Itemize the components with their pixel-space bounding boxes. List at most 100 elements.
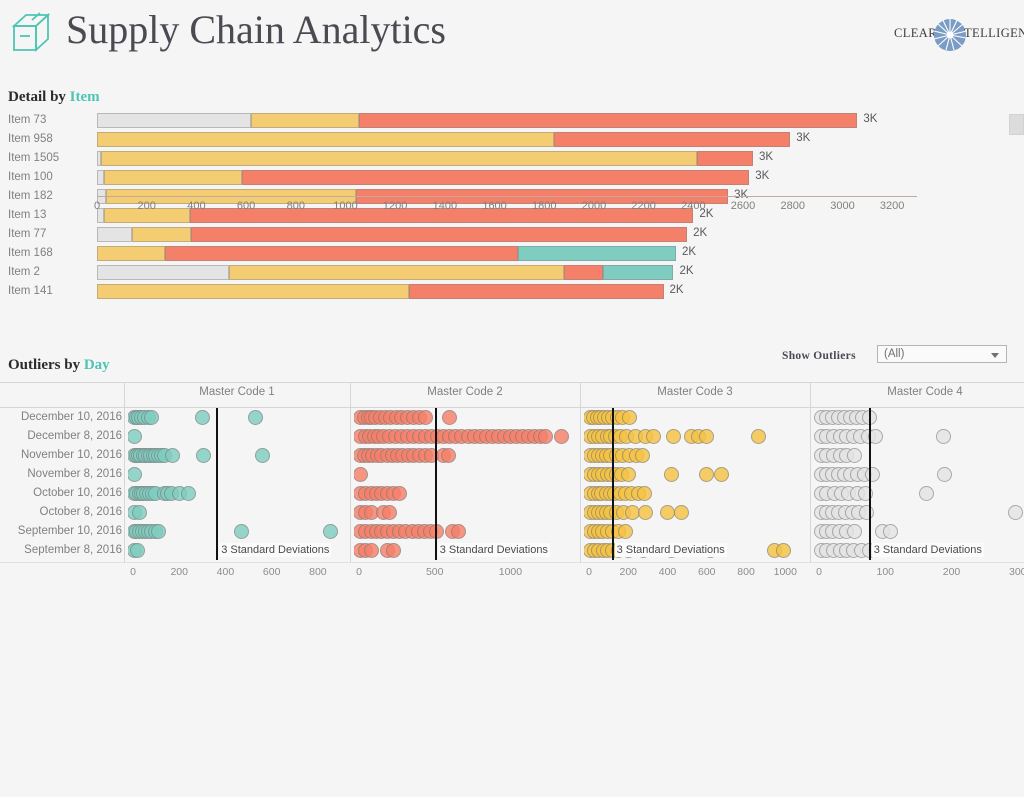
outlier-dot[interactable] [537,429,553,444]
outlier-dot[interactable] [665,429,681,444]
bar-row[interactable]: Item 73 3K [0,112,1024,131]
outlier-dot[interactable] [846,448,862,463]
outlier-dot[interactable] [151,524,167,539]
bar-segment-yellow[interactable] [251,113,360,128]
outlier-plot-1[interactable]: 3 Standard Deviations [128,408,346,560]
outlier-dot[interactable] [663,467,679,482]
bar-segment-salmon[interactable] [696,151,753,166]
outlier-dot[interactable] [164,448,180,463]
outlier-dot[interactable] [846,524,862,539]
bar-track [97,227,688,242]
outlier-dot[interactable] [775,543,791,558]
bar-value-label: 2K [693,227,708,239]
outlier-dot[interactable] [128,429,143,444]
bar-segment-salmon[interactable] [554,132,791,147]
outlier-dot[interactable] [637,486,653,501]
outlier-dot[interactable] [247,410,263,425]
outlier-dot[interactable] [621,410,637,425]
outlier-dot[interactable] [354,467,369,482]
outlier-dot[interactable] [699,467,715,482]
bar-segment-gray[interactable] [97,170,105,185]
outlier-row-date-label: September 8, 2016 [24,544,122,556]
outlier-axis-tick: 300 [1008,566,1024,578]
bar-segment-yellow[interactable] [131,227,192,242]
outlier-dot[interactable] [751,429,767,444]
outlier-axis-tick: 0 [130,566,136,578]
bar-segment-yellow[interactable] [97,132,555,147]
outlier-dot[interactable] [392,486,408,501]
outlier-dot[interactable] [323,524,339,539]
outlier-dot[interactable] [254,448,270,463]
outlier-dot[interactable] [194,410,210,425]
outlier-dot[interactable] [634,448,650,463]
outlier-dot[interactable] [617,524,633,539]
bar-row[interactable]: Item 1505 3K [0,150,1024,169]
outlier-dot[interactable] [132,505,148,520]
outliers-section-title: Outliers by Day [8,357,110,374]
outlier-dot[interactable] [699,429,715,444]
outlier-dot[interactable] [646,429,662,444]
outlier-plot-2[interactable]: 3 Standard Deviations [354,408,576,560]
outlier-dot[interactable] [381,505,397,520]
bar-row[interactable]: Item 2 2K [0,264,1024,283]
bar-segment-teal[interactable] [602,265,674,280]
outlier-dot[interactable] [386,543,402,558]
outlier-dot[interactable] [937,467,953,482]
bar-row[interactable]: Item 168 2K [0,245,1024,264]
bar-row-label: Item 958 [8,133,53,145]
outlier-dot[interactable] [554,429,570,444]
bar-segment-gray[interactable] [97,265,229,280]
bar-segment-salmon[interactable] [564,265,603,280]
outlier-dot[interactable] [859,505,875,520]
bar-row[interactable]: Item 100 3K [0,169,1024,188]
bar-segment-yellow[interactable] [97,246,166,261]
outlier-dot[interactable] [195,448,211,463]
outlier-dot[interactable] [936,429,952,444]
outlier-plot-3[interactable]: 3 Standard Deviations [584,408,806,560]
bar-segment-teal[interactable] [518,246,676,261]
bar-segment-yellow[interactable] [228,265,565,280]
outlier-dot[interactable] [620,467,636,482]
bar-segment-gray[interactable] [97,227,132,242]
bar-segment-salmon[interactable] [408,284,664,299]
outlier-axis-tick: 500 [425,566,444,578]
outlier-dot[interactable] [638,505,654,520]
bar-segment-salmon[interactable] [165,246,519,261]
show-outliers-dropdown[interactable]: (All) [877,345,1007,363]
bar-row[interactable]: Item 77 2K [0,226,1024,245]
bar-segment-yellow[interactable] [101,151,697,166]
outlier-dot[interactable] [442,410,458,425]
outliers-by-day-chart: December 10, 2016 December 8, 2016 Novembe… [0,382,1024,582]
outlier-panel-separator [810,382,811,562]
outlier-dot[interactable] [451,524,467,539]
outlier-dot[interactable] [864,467,880,482]
bar-segment-salmon[interactable] [191,227,688,242]
outlier-dot[interactable] [180,486,196,501]
outlier-axis-tick: 200 [942,566,961,578]
bar-segment-salmon[interactable] [359,113,858,128]
bar-axis-tick: 200 [137,200,156,212]
outlier-dot[interactable] [363,543,379,558]
outlier-dot[interactable] [660,505,676,520]
outlier-dot[interactable] [919,486,935,501]
bar-segment-yellow[interactable] [104,170,243,185]
outlier-dot[interactable] [129,543,145,558]
outlier-dot[interactable] [440,448,456,463]
bar-row[interactable]: Item 141 2K [0,283,1024,302]
outlier-dot[interactable] [143,410,159,425]
bar-row[interactable]: Item 958 3K [0,131,1024,150]
outlier-dot[interactable] [128,467,143,482]
outlier-plot-4[interactable]: 3 Standard Deviations [814,408,1024,560]
outlier-dot[interactable] [234,524,250,539]
bar-chart-scrollbar-thumb[interactable] [1009,114,1024,135]
outlier-dot[interactable] [418,410,434,425]
outlier-dot[interactable] [883,524,899,539]
bar-segment-yellow[interactable] [97,284,409,299]
outlier-dot[interactable] [714,467,729,482]
bar-segment-gray[interactable] [97,113,252,128]
outlier-dot[interactable] [624,505,640,520]
outlier-dot[interactable] [673,505,689,520]
bar-axis-tick: 1400 [432,200,458,212]
bar-segment-salmon[interactable] [242,170,750,185]
outlier-dot[interactable] [1007,505,1023,520]
